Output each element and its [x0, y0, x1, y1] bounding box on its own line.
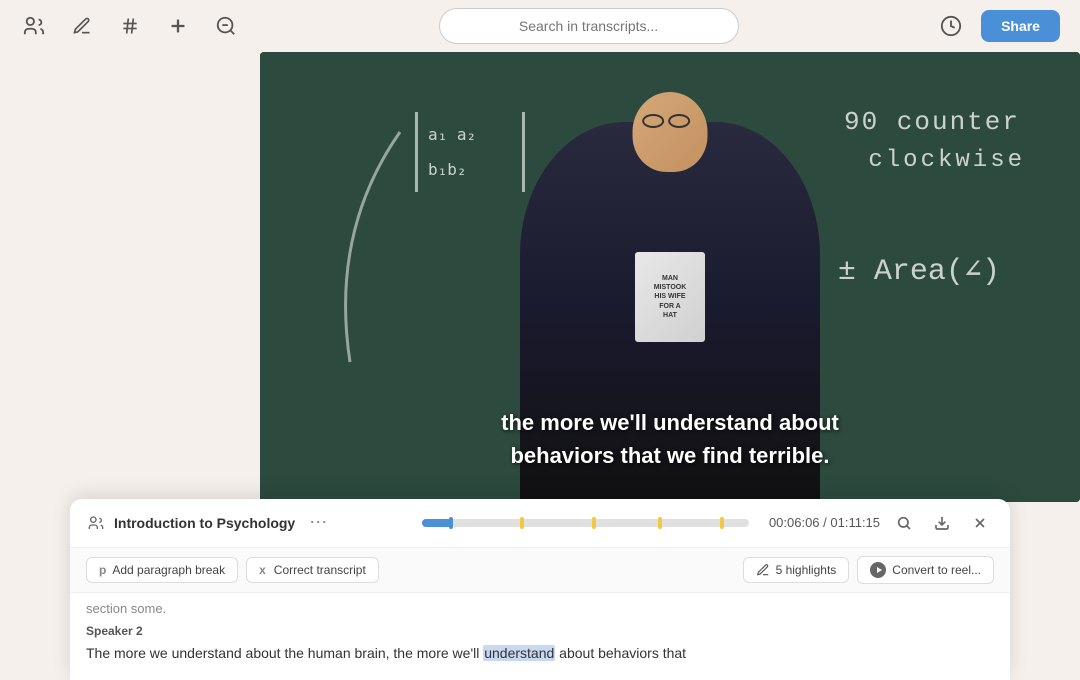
panel-header: Introduction to Psychology ⋯ 00:06:06 / …	[70, 499, 1010, 548]
paragraph-prefix: p	[99, 563, 106, 577]
professor-head	[633, 92, 708, 172]
panel-menu-button[interactable]: ⋯	[303, 512, 333, 533]
chalk-text-1: 90 counter	[844, 107, 1020, 137]
close-icon[interactable]	[966, 509, 994, 537]
correct-transcript-button[interactable]: x Correct transcript	[246, 557, 379, 583]
top-toolbar: Share	[0, 0, 1080, 52]
transcript-panel: Introduction to Psychology ⋯ 00:06:06 / …	[70, 499, 1010, 680]
add-paragraph-label: Add paragraph break	[112, 563, 225, 577]
chalk-curve	[320, 112, 520, 412]
timeline-marker-2	[520, 517, 524, 529]
professor-glasses	[642, 114, 690, 128]
convert-icon	[870, 562, 886, 578]
add-paragraph-button[interactable]: p Add paragraph break	[86, 557, 238, 583]
timeline-marker-5	[720, 517, 724, 529]
highlights-icon	[756, 563, 770, 577]
transcript-toolbar: p Add paragraph break x Correct transcri…	[70, 548, 1010, 593]
transcript-previous-text: section some.	[86, 601, 994, 616]
video-subtitles: the more we'll understand about behavior…	[420, 406, 920, 472]
chalk-text-2: clockwise	[868, 147, 1025, 174]
search-input[interactable]	[439, 8, 739, 44]
transcript-text: The more we understand about the human b…	[86, 642, 994, 664]
hash-icon[interactable]	[116, 12, 144, 40]
book-prop: MANMISTOOKHIS WIFEFOR AHAT	[635, 252, 705, 342]
clock-icon[interactable]	[937, 12, 965, 40]
panel-people-icon	[86, 513, 106, 533]
timeline-progress	[422, 519, 451, 527]
timeline-marker-1	[449, 517, 453, 529]
video-container: a₁ a₂ b₁b₂ 90 counter clockwise A⃗ · B⃗ …	[260, 52, 1080, 502]
pen-icon[interactable]	[68, 12, 96, 40]
timeline-marker-3	[592, 517, 596, 529]
search-transcript-icon[interactable]	[890, 509, 918, 537]
timeline-bar[interactable]	[422, 519, 748, 527]
plus-icon[interactable]	[164, 12, 192, 40]
timeline-marker-4	[658, 517, 662, 529]
correct-prefix: x	[259, 563, 266, 577]
time-display: 00:06:06 / 01:11:15	[769, 515, 880, 530]
people-icon[interactable]	[20, 12, 48, 40]
video-background: a₁ a₂ b₁b₂ 90 counter clockwise A⃗ · B⃗ …	[260, 52, 1080, 502]
convert-to-reel-button[interactable]: Convert to reel...	[857, 556, 994, 584]
share-button[interactable]: Share	[981, 10, 1060, 42]
transcript-content: section some. Speaker 2 The more we unde…	[70, 593, 1010, 680]
panel-title-area: Introduction to Psychology ⋯	[86, 512, 412, 533]
panel-header-actions: 00:06:06 / 01:11:15	[759, 509, 994, 537]
panel-title: Introduction to Psychology	[114, 515, 295, 531]
chalk-formula-2: = ± Area(∠)	[802, 252, 1000, 289]
toolbar-right: Share	[937, 10, 1060, 42]
highlights-label: 5 highlights	[776, 563, 837, 577]
convert-label: Convert to reel...	[892, 563, 981, 577]
zoom-icon[interactable]	[212, 12, 240, 40]
transcript-text-after: about behaviors that	[555, 645, 686, 661]
highlights-button[interactable]: 5 highlights	[743, 557, 850, 583]
download-icon[interactable]	[928, 509, 956, 537]
transcript-highlighted-word: understand	[483, 645, 555, 661]
speaker-label: Speaker 2	[86, 624, 994, 638]
transcript-text-before: The more we understand about the human b…	[86, 645, 483, 661]
video-player[interactable]: a₁ a₂ b₁b₂ 90 counter clockwise A⃗ · B⃗ …	[260, 52, 1080, 502]
toolbar-left	[20, 12, 240, 40]
correct-transcript-label: Correct transcript	[274, 563, 366, 577]
